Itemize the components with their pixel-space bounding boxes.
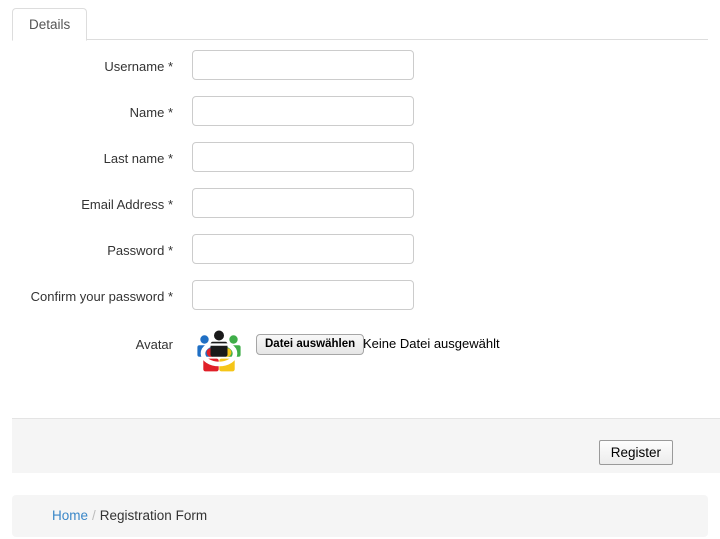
form-row-name: Name * bbox=[0, 94, 720, 140]
breadcrumb-panel: Home / Registration Form bbox=[12, 495, 708, 537]
register-button[interactable]: Register bbox=[598, 440, 673, 465]
tab-details[interactable]: Details bbox=[12, 8, 88, 41]
form-row-avatar: Avatar Datei auswählen Keine Datei ausge… bbox=[0, 324, 720, 382]
username-input[interactable] bbox=[192, 50, 414, 80]
form-row-confirm-password: Confirm your password * bbox=[0, 278, 720, 324]
form-row-last-name: Last name * bbox=[0, 140, 720, 186]
tab-strip: Details bbox=[12, 8, 708, 41]
form-row-email: Email Address * bbox=[0, 186, 720, 232]
last-name-input[interactable] bbox=[192, 142, 414, 172]
required-marker: * bbox=[167, 105, 173, 120]
choose-file-button[interactable]: Datei auswählen bbox=[256, 334, 365, 355]
name-input[interactable] bbox=[192, 96, 414, 126]
label-avatar: Avatar bbox=[135, 337, 173, 352]
confirm-password-input[interactable] bbox=[192, 280, 414, 310]
required-marker: * bbox=[167, 289, 173, 304]
breadcrumb: Home / Registration Form bbox=[52, 508, 207, 524]
required-marker: * bbox=[167, 59, 173, 74]
label-last-name: Last name * bbox=[103, 151, 173, 166]
required-marker: * bbox=[167, 197, 173, 212]
password-input[interactable] bbox=[192, 234, 414, 264]
label-name: Name * bbox=[129, 105, 173, 120]
form-row-username: Username * bbox=[0, 48, 720, 94]
form-actions-panel: Register bbox=[12, 418, 720, 473]
breadcrumb-separator: / bbox=[92, 508, 96, 523]
breadcrumb-link-home[interactable]: Home bbox=[52, 508, 88, 523]
registration-form: Username * Name * Last name * Email Addr… bbox=[0, 48, 720, 382]
required-marker: * bbox=[167, 151, 173, 166]
breadcrumb-current: Registration Form bbox=[99, 508, 208, 523]
label-confirm-password: Confirm your password * bbox=[30, 289, 173, 304]
email-address-input[interactable] bbox=[192, 188, 414, 218]
form-row-password: Password * bbox=[0, 232, 720, 278]
label-email-address: Email Address * bbox=[81, 197, 173, 212]
label-username: Username * bbox=[104, 59, 173, 74]
file-status-text: Keine Datei ausgewählt bbox=[363, 336, 500, 351]
tab-details-label: Details bbox=[29, 17, 71, 32]
people-circle-avatar-icon bbox=[196, 326, 242, 372]
label-password: Password * bbox=[107, 243, 173, 258]
required-marker: * bbox=[167, 243, 173, 258]
